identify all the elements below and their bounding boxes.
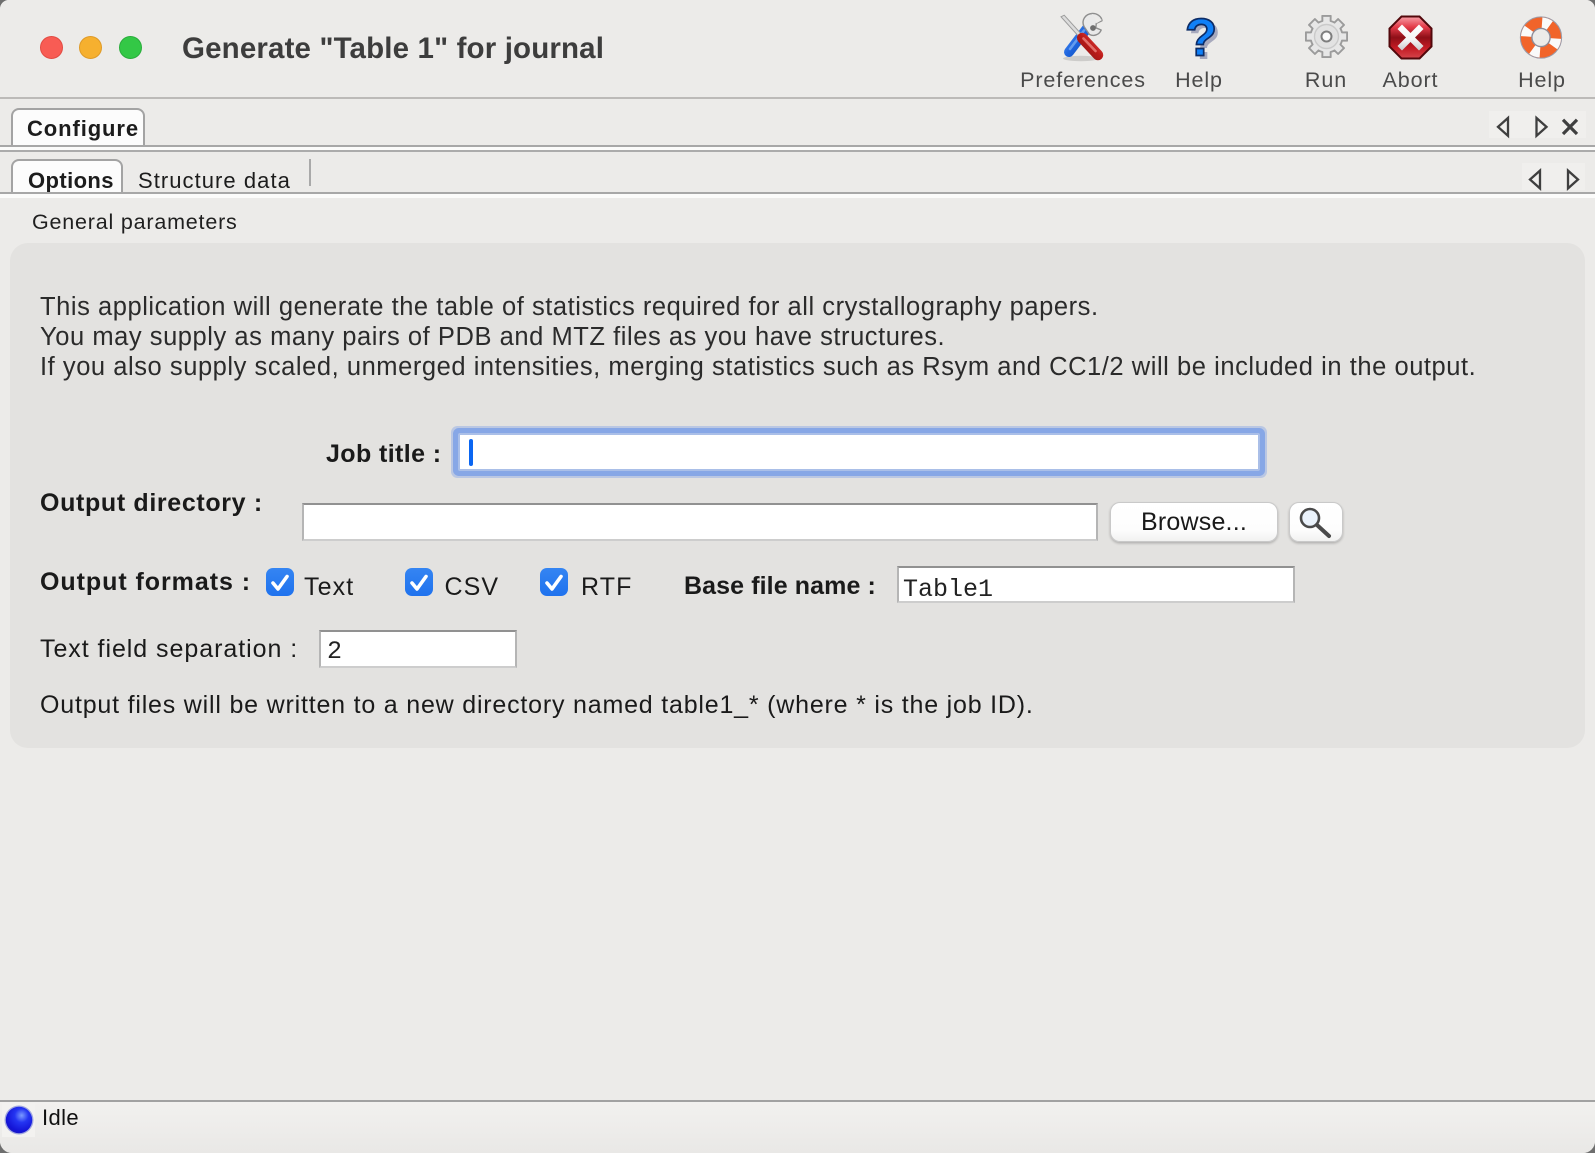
- svg-text:?: ?: [1185, 14, 1217, 64]
